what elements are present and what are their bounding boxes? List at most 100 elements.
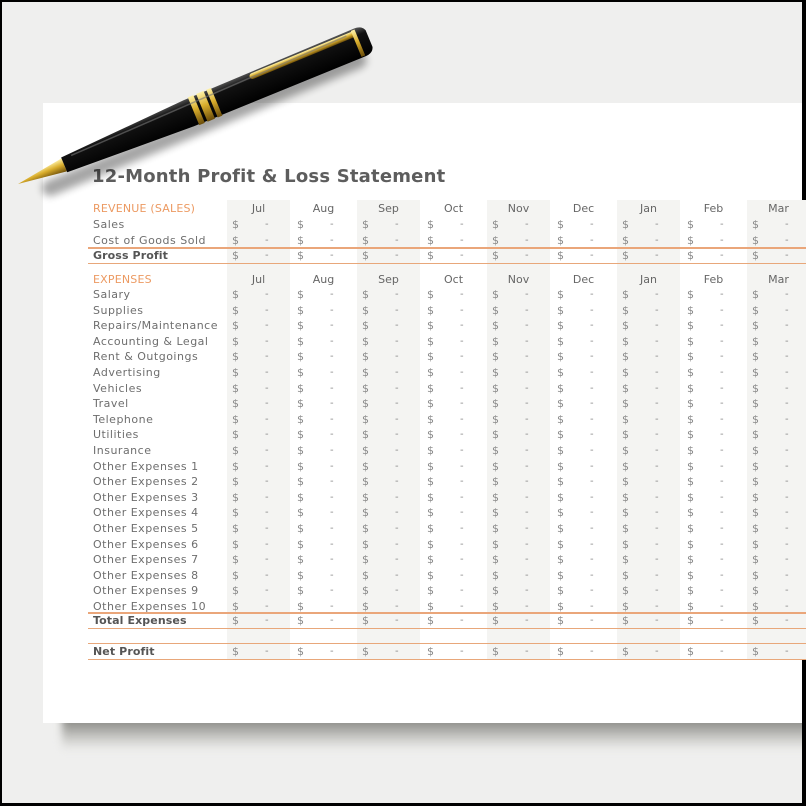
- expense-row-19-value-jan[interactable]: -: [655, 568, 659, 583]
- expense-row-19-value-dec[interactable]: -: [590, 568, 594, 583]
- expense-row-16-currency-jan[interactable]: $: [622, 521, 629, 536]
- expense-row-6-currency-nov[interactable]: $: [492, 365, 499, 380]
- expense-row-1-currency-sep[interactable]: $: [362, 287, 369, 302]
- expense-row-11-value-dec[interactable]: -: [590, 443, 594, 458]
- expense-row-9-value-sep[interactable]: -: [395, 412, 399, 427]
- expense-row-15-currency-dec[interactable]: $: [557, 505, 564, 520]
- expense-row-19-value-jul[interactable]: -: [265, 568, 269, 583]
- expense-row-6-currency-feb[interactable]: $: [687, 365, 694, 380]
- expense-row-18-currency-feb[interactable]: $: [687, 552, 694, 567]
- expense-row-1-currency-jan[interactable]: $: [622, 287, 629, 302]
- expense-row-6-currency-mar[interactable]: $: [752, 365, 759, 380]
- expense-row-13-currency-sep[interactable]: $: [362, 474, 369, 489]
- expense-row-9-currency-sep[interactable]: $: [362, 412, 369, 427]
- expense-row-7-currency-mar[interactable]: $: [752, 381, 759, 396]
- expense-row-14-value-jan[interactable]: -: [655, 490, 659, 505]
- expense-row-10-currency-nov[interactable]: $: [492, 427, 499, 442]
- gross-profit-currency-jul[interactable]: $: [232, 248, 239, 263]
- expense-row-18-currency-aug[interactable]: $: [297, 552, 304, 567]
- expense-row-4-value-oct[interactable]: -: [460, 334, 464, 349]
- expense-row-5-currency-mar[interactable]: $: [752, 349, 759, 364]
- expense-row-14-value-aug[interactable]: -: [330, 490, 334, 505]
- expense-row-8-currency-aug[interactable]: $: [297, 396, 304, 411]
- expense-row-15-currency-jul[interactable]: $: [232, 505, 239, 520]
- expense-row-17-value-jan[interactable]: -: [655, 537, 659, 552]
- expense-row-14-value-sep[interactable]: -: [395, 490, 399, 505]
- revenue-row-2-value-jan[interactable]: -: [655, 233, 659, 248]
- expense-row-11-currency-jul[interactable]: $: [232, 443, 239, 458]
- total-expenses-currency-sep[interactable]: $: [362, 613, 369, 628]
- total-expenses-currency-dec[interactable]: $: [557, 613, 564, 628]
- expense-row-4-value-nov[interactable]: -: [525, 334, 529, 349]
- expense-row-9-currency-jul[interactable]: $: [232, 412, 239, 427]
- expense-row-10-value-dec[interactable]: -: [590, 427, 594, 442]
- expense-row-2-value-jul[interactable]: -: [265, 303, 269, 318]
- expense-row-11-value-sep[interactable]: -: [395, 443, 399, 458]
- expense-row-18-currency-dec[interactable]: $: [557, 552, 564, 567]
- expense-row-3-value-nov[interactable]: -: [525, 318, 529, 333]
- expense-row-6-currency-sep[interactable]: $: [362, 365, 369, 380]
- expense-row-12-value-dec[interactable]: -: [590, 459, 594, 474]
- expense-row-17-value-sep[interactable]: -: [395, 537, 399, 552]
- expense-row-2-currency-mar[interactable]: $: [752, 303, 759, 318]
- expense-row-17-value-oct[interactable]: -: [460, 537, 464, 552]
- expense-row-6-currency-jan[interactable]: $: [622, 365, 629, 380]
- expense-row-12-value-sep[interactable]: -: [395, 459, 399, 474]
- expense-row-17-currency-jan[interactable]: $: [622, 537, 629, 552]
- revenue-row-2-value-sep[interactable]: -: [395, 233, 399, 248]
- expense-row-10-value-oct[interactable]: -: [460, 427, 464, 442]
- expense-row-2-currency-jul[interactable]: $: [232, 303, 239, 318]
- expense-row-12-currency-oct[interactable]: $: [427, 459, 434, 474]
- expense-row-19-currency-dec[interactable]: $: [557, 568, 564, 583]
- expense-row-5-value-feb[interactable]: -: [720, 349, 724, 364]
- expense-row-10-currency-dec[interactable]: $: [557, 427, 564, 442]
- expense-row-6-value-aug[interactable]: -: [330, 365, 334, 380]
- expense-row-3-value-jul[interactable]: -: [265, 318, 269, 333]
- gross-profit-value-sep[interactable]: -: [395, 248, 399, 263]
- expense-row-16-value-jan[interactable]: -: [655, 521, 659, 536]
- expense-row-11-currency-dec[interactable]: $: [557, 443, 564, 458]
- expense-row-14-value-jul[interactable]: -: [265, 490, 269, 505]
- expense-row-7-value-sep[interactable]: -: [395, 381, 399, 396]
- revenue-row-1-value-jul[interactable]: -: [265, 217, 269, 232]
- expense-row-2-currency-feb[interactable]: $: [687, 303, 694, 318]
- expense-row-1-value-aug[interactable]: -: [330, 287, 334, 302]
- expense-row-9-value-jan[interactable]: -: [655, 412, 659, 427]
- expense-row-19-currency-feb[interactable]: $: [687, 568, 694, 583]
- expense-row-3-currency-sep[interactable]: $: [362, 318, 369, 333]
- revenue-row-2-currency-aug[interactable]: $: [297, 233, 304, 248]
- expense-row-16-currency-feb[interactable]: $: [687, 521, 694, 536]
- expense-row-15-currency-mar[interactable]: $: [752, 505, 759, 520]
- expense-row-11-value-jan[interactable]: -: [655, 443, 659, 458]
- expense-row-5-currency-jul[interactable]: $: [232, 349, 239, 364]
- revenue-row-1-value-jan[interactable]: -: [655, 217, 659, 232]
- expense-row-20-currency-nov[interactable]: $: [492, 583, 499, 598]
- expense-row-10-value-sep[interactable]: -: [395, 427, 399, 442]
- expense-row-19-value-feb[interactable]: -: [720, 568, 724, 583]
- expense-row-19-currency-sep[interactable]: $: [362, 568, 369, 583]
- expense-row-8-value-jan[interactable]: -: [655, 396, 659, 411]
- expense-row-13-value-dec[interactable]: -: [590, 474, 594, 489]
- expense-row-2-currency-dec[interactable]: $: [557, 303, 564, 318]
- expense-row-5-value-jan[interactable]: -: [655, 349, 659, 364]
- expense-row-4-currency-nov[interactable]: $: [492, 334, 499, 349]
- expense-row-18-currency-nov[interactable]: $: [492, 552, 499, 567]
- expense-row-11-value-aug[interactable]: -: [330, 443, 334, 458]
- expense-row-13-currency-jan[interactable]: $: [622, 474, 629, 489]
- expense-row-20-currency-oct[interactable]: $: [427, 583, 434, 598]
- revenue-row-1-value-sep[interactable]: -: [395, 217, 399, 232]
- expense-row-7-value-jul[interactable]: -: [265, 381, 269, 396]
- expense-row-20-value-mar[interactable]: -: [785, 583, 789, 598]
- expense-row-9-value-aug[interactable]: -: [330, 412, 334, 427]
- expense-row-10-value-nov[interactable]: -: [525, 427, 529, 442]
- expense-row-13-currency-feb[interactable]: $: [687, 474, 694, 489]
- expense-row-19-value-nov[interactable]: -: [525, 568, 529, 583]
- expense-row-15-currency-jan[interactable]: $: [622, 505, 629, 520]
- revenue-row-1-value-mar[interactable]: -: [785, 217, 789, 232]
- expense-row-2-value-jan[interactable]: -: [655, 303, 659, 318]
- expense-row-2-value-aug[interactable]: -: [330, 303, 334, 318]
- expense-row-7-currency-feb[interactable]: $: [687, 381, 694, 396]
- revenue-row-2-currency-dec[interactable]: $: [557, 233, 564, 248]
- expense-row-12-currency-jan[interactable]: $: [622, 459, 629, 474]
- expense-row-6-value-dec[interactable]: -: [590, 365, 594, 380]
